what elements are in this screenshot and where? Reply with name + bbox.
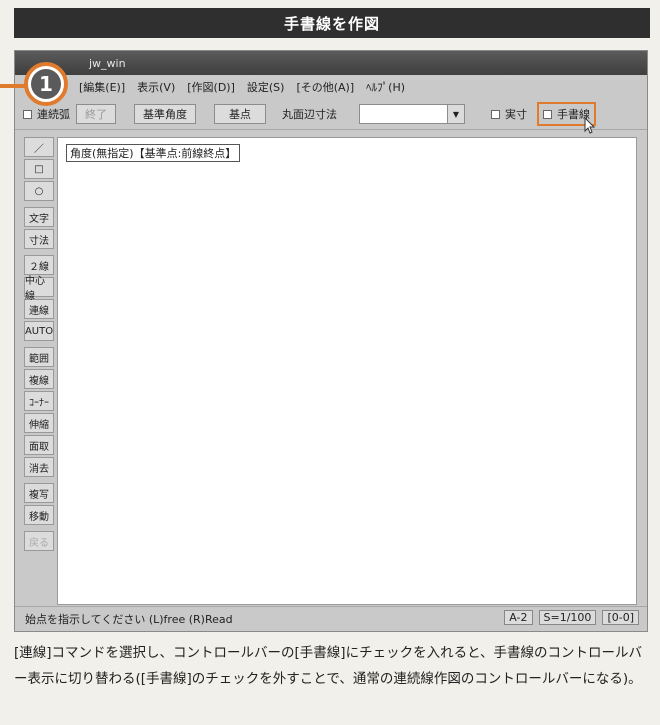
checkbox-box: [23, 109, 32, 119]
step-callout: 1: [24, 62, 68, 106]
end-button[interactable]: 終了: [76, 104, 116, 124]
chevron-down-icon[interactable]: ▼: [447, 105, 464, 123]
app-window: jw_win [編集(E)] 表示(V) [作図(D)] 設定(S) [その他(…: [14, 50, 648, 632]
window-title: jw_win: [89, 56, 126, 70]
tool-auto[interactable]: AUTO: [24, 321, 54, 341]
tool-range[interactable]: 範囲: [24, 347, 54, 367]
tool-line[interactable]: ／: [24, 137, 54, 157]
tool-circle[interactable]: ○: [24, 181, 54, 201]
menu-settings[interactable]: 設定(S): [247, 79, 285, 95]
banner-title: 手書線を作図: [283, 14, 380, 33]
step-number: 1: [31, 69, 61, 99]
paper-size[interactable]: A-2: [504, 610, 533, 625]
base-point-button[interactable]: 基点: [214, 104, 266, 124]
scale-indicator[interactable]: S=1/100: [538, 610, 597, 625]
actual-size-checkbox[interactable]: 実寸: [491, 106, 527, 122]
tool-text[interactable]: 文字: [24, 207, 54, 227]
caption: [連線]コマンドを選択し、コントロールバーの[手書線]にチェックを入れると、手書…: [14, 645, 643, 687]
tool-chamfer[interactable]: 面取: [24, 435, 54, 455]
tool-stretch[interactable]: 伸縮: [24, 413, 54, 433]
tool-rectangle[interactable]: □: [24, 159, 54, 179]
mouse-cursor-icon: [584, 117, 596, 134]
window-titlebar: jw_win: [15, 51, 647, 75]
status-bar: 始点を指示してください (L)free (R)Read A-2 S=1/100 …: [15, 606, 647, 631]
actual-size-label: 実寸: [505, 108, 527, 121]
menu-view[interactable]: 表示(V): [137, 79, 175, 95]
drawing-canvas[interactable]: 角度(無指定)【基準点:前線終点】: [57, 137, 637, 605]
layer-indicator[interactable]: [0-0]: [602, 610, 639, 625]
canvas-prompt: 角度(無指定)【基準点:前線終点】: [66, 144, 241, 162]
menu-draw[interactable]: [作図(D)]: [187, 79, 235, 95]
tool-corner[interactable]: ｺｰﾅｰ: [24, 391, 54, 411]
checkbox-box: [543, 109, 552, 119]
tool-copy[interactable]: 複写: [24, 483, 54, 503]
tool-parallel[interactable]: 複線: [24, 369, 54, 389]
tool-move[interactable]: 移動: [24, 505, 54, 525]
continuous-arc-checkbox[interactable]: 連続弧: [23, 106, 70, 122]
base-angle-button[interactable]: 基準角度: [134, 104, 196, 124]
tool-continuous-line[interactable]: 連線: [24, 299, 54, 319]
round-dim-select[interactable]: ▼: [359, 104, 465, 124]
section-banner: 手書線を作図: [14, 8, 650, 38]
continuous-arc-label: 連続弧: [37, 108, 70, 121]
menu-other[interactable]: [その他(A)]: [296, 79, 354, 95]
tool-palette: ／ □ ○ 文字 寸法 ２線 中心線 連線 AUTO 範囲 複線 ｺｰﾅｰ 伸縮…: [21, 137, 57, 607]
checkbox-box: [491, 109, 500, 119]
tool-undo[interactable]: 戻る: [24, 531, 54, 551]
round-dim-label: 丸面辺寸法: [282, 108, 337, 121]
status-message: 始点を指示してください (L)free (R)Read: [25, 613, 233, 626]
menu-bar: [編集(E)] 表示(V) [作図(D)] 設定(S) [その他(A)] ﾍﾙﾌ…: [15, 77, 647, 97]
tool-center-line[interactable]: 中心線: [24, 276, 54, 302]
control-bar: 連続弧 終了 基準角度 基点 丸面辺寸法 ▼ 実寸 手書線: [15, 99, 647, 130]
tool-erase[interactable]: 消去: [24, 457, 54, 477]
menu-help[interactable]: ﾍﾙﾌﾟ(H): [366, 79, 405, 95]
tool-dimension[interactable]: 寸法: [24, 229, 54, 249]
menu-edit[interactable]: [編集(E)]: [79, 79, 125, 95]
status-right: A-2 S=1/100 [0-0]: [504, 610, 639, 625]
